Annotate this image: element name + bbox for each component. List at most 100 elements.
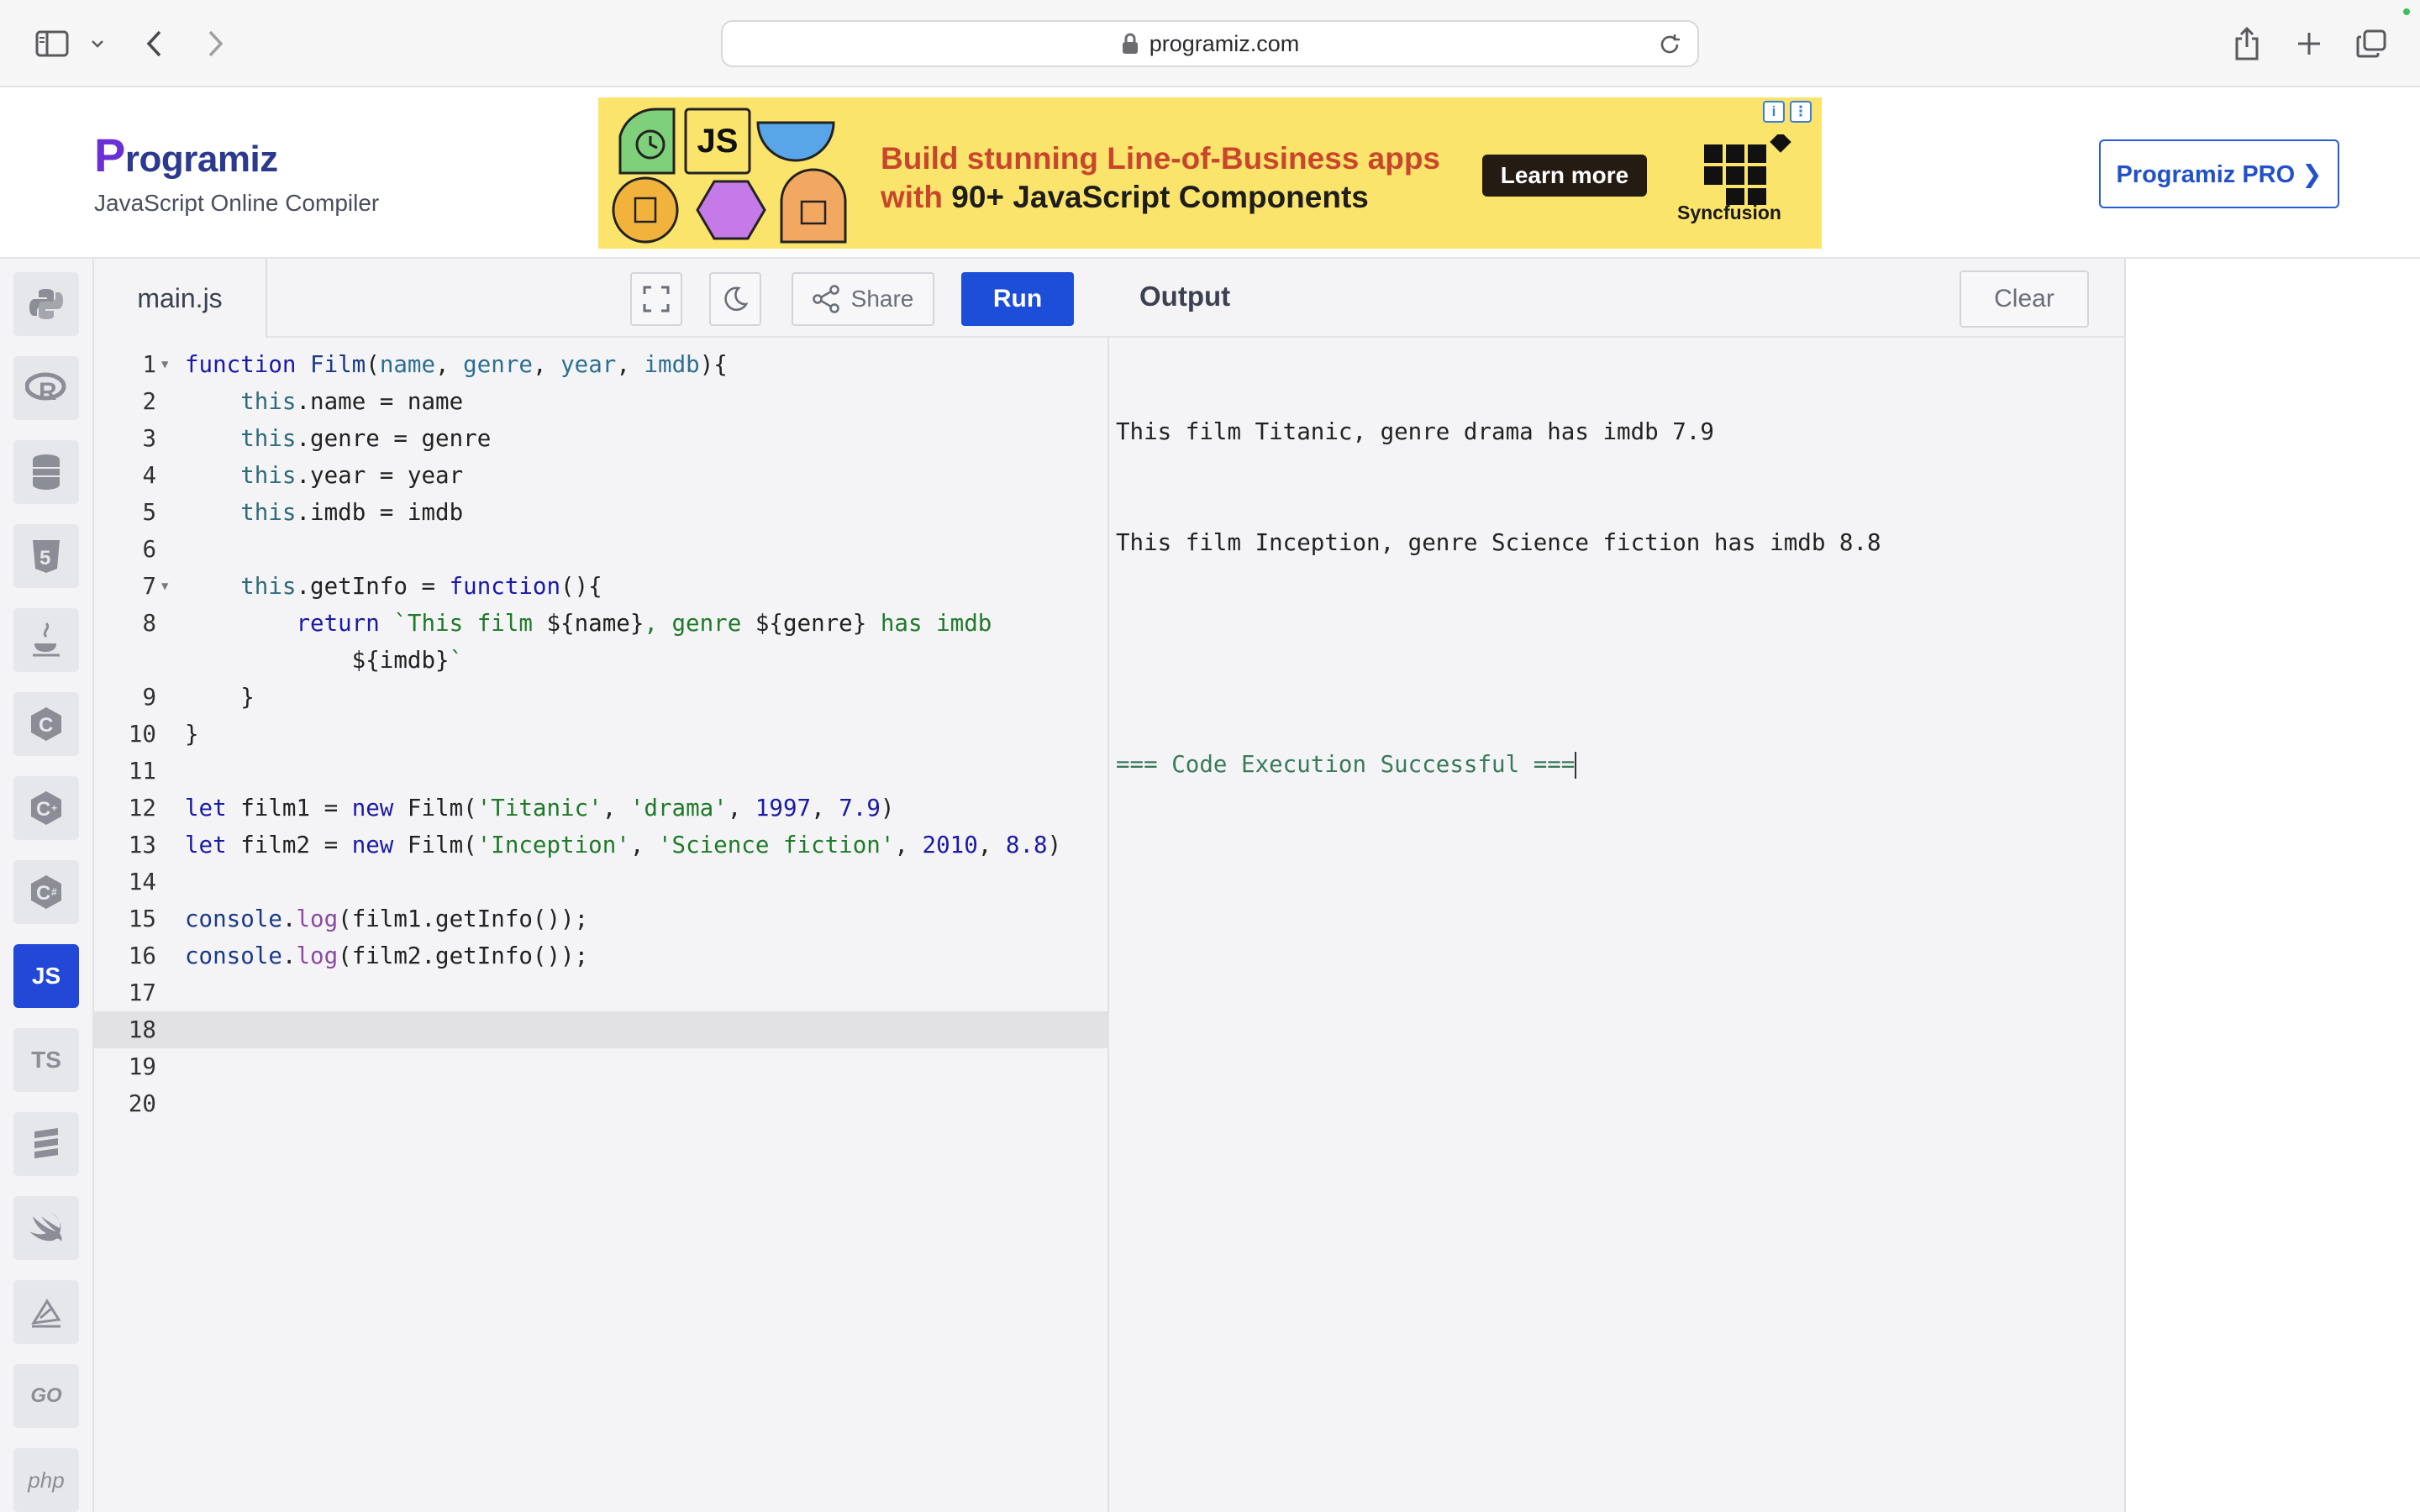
code-text: this.genre = genre: [240, 425, 492, 452]
code-line: 20: [94, 1085, 1109, 1122]
c-icon: C: [31, 707, 61, 741]
line-number: 18: [128, 1016, 156, 1043]
line-number: 10: [128, 721, 156, 748]
address-bar[interactable]: programiz.com: [721, 20, 1699, 67]
line-number: 4: [142, 462, 156, 489]
line-number: 15: [128, 906, 156, 932]
sidebar-item-sql[interactable]: [13, 440, 79, 504]
sidebar-item-go[interactable]: GO: [13, 1364, 79, 1428]
code-line: 1 ▼ function Film(name, genre, year, imdb)…: [94, 346, 1109, 383]
theme-toggle-button[interactable]: [709, 272, 761, 326]
sidebar-item-r[interactable]: R: [13, 356, 79, 420]
code-editor-panel: main.js Share Run 1 ▼ function Film(name, …: [94, 259, 1109, 1512]
sidebar-item-c[interactable]: C: [13, 692, 79, 756]
file-tab-main-js[interactable]: main.js: [94, 259, 267, 338]
code-text: ${imdb}`: [185, 647, 464, 674]
code-line: 13 let film2 = new Film('Inception', 'Sci…: [94, 827, 1109, 864]
line-number: 6: [142, 536, 156, 563]
sidebar-item-js[interactable]: JS: [13, 944, 79, 1008]
new-tab-icon[interactable]: [2291, 20, 2328, 67]
fold-arrow-icon[interactable]: ▼: [161, 568, 168, 605]
ts-label: TS: [31, 1047, 61, 1073]
code-line: 4 this.year = year: [94, 457, 1109, 494]
code-text: this.year = year: [240, 462, 464, 489]
code-line: 17: [94, 974, 1109, 1011]
html5-icon: 5: [33, 540, 60, 573]
code-line-wrap: ${imdb}`: [94, 642, 1109, 679]
rust-icon: [31, 1299, 61, 1328]
learn-more-button[interactable]: Learn more: [1482, 155, 1647, 197]
code-line: 12 let film1 = new Film('Titanic', 'drama…: [94, 790, 1109, 827]
code-line: 15 console.log(film1.getInfo());: [94, 900, 1109, 937]
code-text: this.imdb = imdb: [240, 499, 464, 526]
ad-more-icon[interactable]: ⋮: [1790, 101, 1812, 123]
line-number: 1: [142, 351, 156, 378]
logo-initial: P: [94, 129, 125, 181]
sidebar-toggle-icon[interactable]: [32, 20, 72, 67]
ad-headline: Build stunning Line-of-Business apps wit…: [881, 139, 1440, 217]
line-number: 19: [128, 1053, 156, 1080]
csharp-icon: C #: [31, 875, 61, 909]
ad-headline-bold: 90+ JavaScript Components: [951, 180, 1369, 214]
forward-icon[interactable]: [198, 20, 232, 67]
cpp-icon: C +: [31, 791, 61, 825]
code-line: 14: [94, 864, 1109, 900]
share-icon[interactable]: [2228, 20, 2265, 67]
sidebar-item-python[interactable]: [13, 272, 79, 336]
reload-icon[interactable]: [1657, 32, 1682, 57]
line-number: 5: [142, 499, 156, 526]
ad-info[interactable]: i ⋮: [1763, 101, 1812, 123]
programiz-pro-button[interactable]: Programiz PRO ❯: [2099, 139, 2339, 208]
browser-toolbar: programiz.com: [0, 0, 2420, 87]
line-number: 17: [128, 979, 156, 1006]
fold-arrow-icon[interactable]: ▼: [161, 346, 168, 383]
stack-icon: [34, 1128, 58, 1158]
clear-button[interactable]: Clear: [1960, 270, 2089, 328]
code-line: 10}: [94, 716, 1109, 753]
sidebar-item-cpp[interactable]: C +: [13, 776, 79, 840]
code-text: return `This film ${name}, genre ${genre…: [296, 610, 992, 637]
ad-info-icon[interactable]: i: [1763, 101, 1785, 123]
ad-banner[interactable]: JS Build stunning Line-of-Business apps …: [598, 97, 1822, 249]
back-icon[interactable]: [138, 20, 171, 67]
java-icon: [33, 622, 60, 657]
fullscreen-button[interactable]: [630, 272, 682, 326]
output-console[interactable]: This film Titanic, genre drama has imdb …: [1116, 339, 1881, 857]
sidebar-item-sql-alt[interactable]: [13, 1112, 79, 1176]
svg-text:C: C: [39, 714, 53, 737]
line-number: 7: [142, 573, 156, 600]
swift-icon: [29, 1213, 62, 1242]
execution-status: === Code Execution Successful ===: [1116, 746, 1881, 783]
code-text: }: [185, 721, 199, 748]
share-button[interactable]: Share: [792, 272, 934, 326]
sidebar-item-html[interactable]: 5: [13, 524, 79, 588]
code-line: 11: [94, 753, 1109, 790]
code-line: 3 this.genre = genre: [94, 420, 1109, 457]
tab-overview-icon[interactable]: [2353, 20, 2390, 67]
logo-text: rogramiz: [124, 139, 278, 180]
code-area[interactable]: 1 ▼ function Film(name, genre, year, imdb)…: [94, 346, 1109, 1122]
svg-text:5: 5: [39, 547, 50, 570]
execution-status-text: === Code Execution Successful ===: [1116, 751, 1576, 778]
syncfusion-logo-icon: [1704, 134, 1791, 205]
sidebar-item-java[interactable]: [13, 608, 79, 672]
ad-headline-line1: Build stunning Line-of-Business apps: [881, 141, 1440, 176]
share-label: Share: [850, 286, 914, 312]
sidebar-item-ts[interactable]: TS: [13, 1028, 79, 1092]
code-line: 5 this.imdb = imdb: [94, 494, 1109, 531]
ad-headline-prefix: with: [881, 180, 952, 214]
sidebar-item-php[interactable]: php: [13, 1448, 79, 1512]
chevron-down-icon[interactable]: [87, 20, 108, 67]
r-icon: R: [25, 372, 66, 405]
svg-text:+: +: [51, 802, 57, 814]
sidebar-item-kotlin[interactable]: [13, 1280, 79, 1344]
line-number: 20: [128, 1090, 156, 1117]
code-line-active[interactable]: 18: [94, 1011, 1109, 1048]
sidebar-item-swift[interactable]: [13, 1196, 79, 1260]
output-title: Output: [1139, 281, 1231, 312]
programiz-logo[interactable]: Programiz: [94, 128, 278, 182]
sidebar-item-csharp[interactable]: C #: [13, 860, 79, 924]
run-button[interactable]: Run: [961, 272, 1074, 326]
code-text: console.log(film2.getInfo());: [185, 942, 589, 969]
